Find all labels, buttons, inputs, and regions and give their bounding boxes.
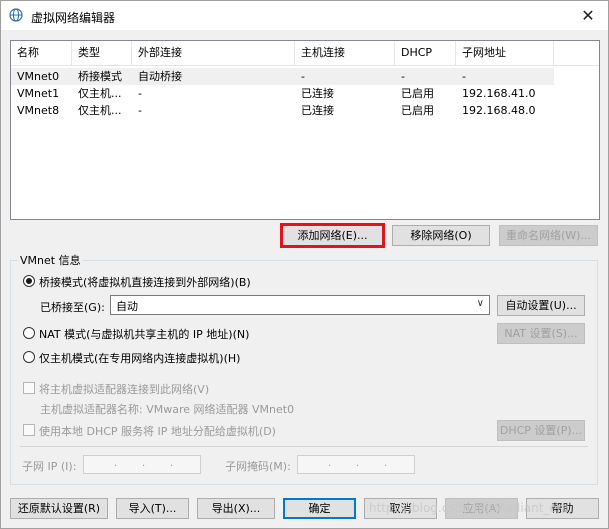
cell-name: VMnet1 — [17, 87, 60, 100]
connect-adapter-label[interactable]: 将主机虚拟适配器连接到此网络(V) — [39, 381, 209, 397]
remove-network-button[interactable]: 移除网络(O) — [392, 225, 490, 246]
dhcp-label[interactable]: 使用本地 DHCP 服务将 IP 地址分配给虚拟机(D) — [39, 423, 276, 439]
connect-adapter-checkbox[interactable] — [23, 382, 35, 394]
column-header-type[interactable]: 类型 — [72, 41, 132, 65]
bridged-to-value: 自动 — [116, 300, 138, 313]
column-header-host[interactable]: 主机连接 — [295, 41, 395, 65]
cell-subnet: 192.168.41.0 — [462, 87, 536, 100]
cell-external: - — [138, 87, 142, 100]
host-only-label[interactable]: 仅主机模式(在专用网络内连接虚拟机)(H) — [39, 350, 240, 366]
column-header-subnet[interactable]: 子网地址 — [456, 41, 554, 65]
cell-type: 仅主机... — [78, 104, 122, 117]
divider — [20, 446, 588, 447]
vmnet-info-label: VMnet 信息 — [18, 252, 83, 268]
cell-external: - — [138, 104, 142, 117]
nat-mode-label[interactable]: NAT 模式(与虚拟机共享主机的 IP 地址)(N) — [39, 326, 249, 342]
adapter-name-label: 主机虚拟适配器名称: VMware 网络适配器 VMnet0 — [40, 403, 295, 416]
cell-host: 已连接 — [301, 87, 334, 100]
title-bar: 虚拟网络编辑器 ✕ — [1, 1, 608, 30]
cell-type: 仅主机... — [78, 87, 122, 100]
window-title: 虚拟网络编辑器 — [31, 11, 116, 25]
virtual-network-editor-window: 虚拟网络编辑器 ✕ 名称 类型 外部连接 主机连接 DHCP 子网地址 VMne… — [0, 0, 609, 529]
auto-settings-button[interactable]: 自动设置(U)... — [497, 295, 585, 316]
nat-settings-button[interactable]: NAT 设置(S)... — [497, 323, 585, 344]
bridged-mode-radio[interactable] — [23, 275, 35, 287]
nat-mode-radio[interactable] — [23, 327, 35, 339]
column-header-dhcp[interactable]: DHCP — [395, 41, 456, 65]
table-row[interactable]: VMnet8 仅主机... - 已连接 已启用 192.168.48.0 — [11, 102, 599, 119]
import-button[interactable]: 导入(T)... — [116, 498, 189, 519]
network-list[interactable]: 名称 类型 外部连接 主机连接 DHCP 子网地址 VMnet0 桥接模式 自动… — [10, 40, 600, 220]
host-only-radio[interactable] — [23, 351, 35, 363]
bridged-mode-label[interactable]: 桥接模式(将虚拟机直接连接到外部网络)(B) — [39, 274, 251, 290]
chevron-down-icon: ∨ — [476, 298, 484, 309]
bridged-to-label: 已桥接至(G): — [40, 301, 105, 314]
cell-name: VMnet0 — [17, 70, 60, 83]
watermark-text: https://blog.csdn.net/Radiant_era — [369, 501, 570, 515]
cell-dhcp: - — [401, 70, 405, 83]
network-list-header: 名称 类型 外部连接 主机连接 DHCP 子网地址 — [11, 41, 599, 66]
subnet-ip-input[interactable]: ... — [83, 455, 201, 474]
cell-subnet: 192.168.48.0 — [462, 104, 536, 117]
restore-defaults-button[interactable]: 还原默认设置(R) — [10, 498, 108, 519]
ok-button[interactable]: 确定 — [283, 498, 356, 519]
subnet-ip-label: 子网 IP (I): — [22, 460, 77, 473]
column-header-name[interactable]: 名称 — [11, 41, 72, 65]
table-row[interactable]: VMnet1 仅主机... - 已连接 已启用 192.168.41.0 — [11, 85, 599, 102]
cell-host: 已连接 — [301, 104, 334, 117]
subnet-mask-label: 子网掩码(M): — [225, 460, 291, 473]
vmnet-info-group — [10, 260, 598, 485]
cell-name: VMnet8 — [17, 104, 60, 117]
export-button[interactable]: 导出(X)... — [197, 498, 275, 519]
bridged-to-select[interactable]: 自动 ∨ — [110, 295, 490, 315]
close-button[interactable]: ✕ — [568, 1, 608, 30]
rename-network-button[interactable]: 重命名网络(W)... — [499, 225, 598, 246]
cell-host: - — [301, 70, 305, 83]
dhcp-checkbox[interactable] — [23, 424, 35, 436]
subnet-mask-input[interactable]: ... — [297, 455, 415, 474]
dhcp-settings-button[interactable]: DHCP 设置(P)... — [497, 420, 585, 441]
cell-dhcp: 已启用 — [401, 87, 434, 100]
table-row[interactable]: VMnet0 桥接模式 自动桥接 - - - — [11, 68, 554, 85]
column-header-external[interactable]: 外部连接 — [132, 41, 295, 65]
add-network-button[interactable]: 添加网络(E)... — [280, 223, 385, 248]
cell-external: 自动桥接 — [138, 70, 182, 83]
cell-type: 桥接模式 — [78, 70, 122, 83]
cell-dhcp: 已启用 — [401, 104, 434, 117]
cell-subnet: - — [462, 70, 466, 83]
network-globe-icon — [9, 8, 23, 22]
